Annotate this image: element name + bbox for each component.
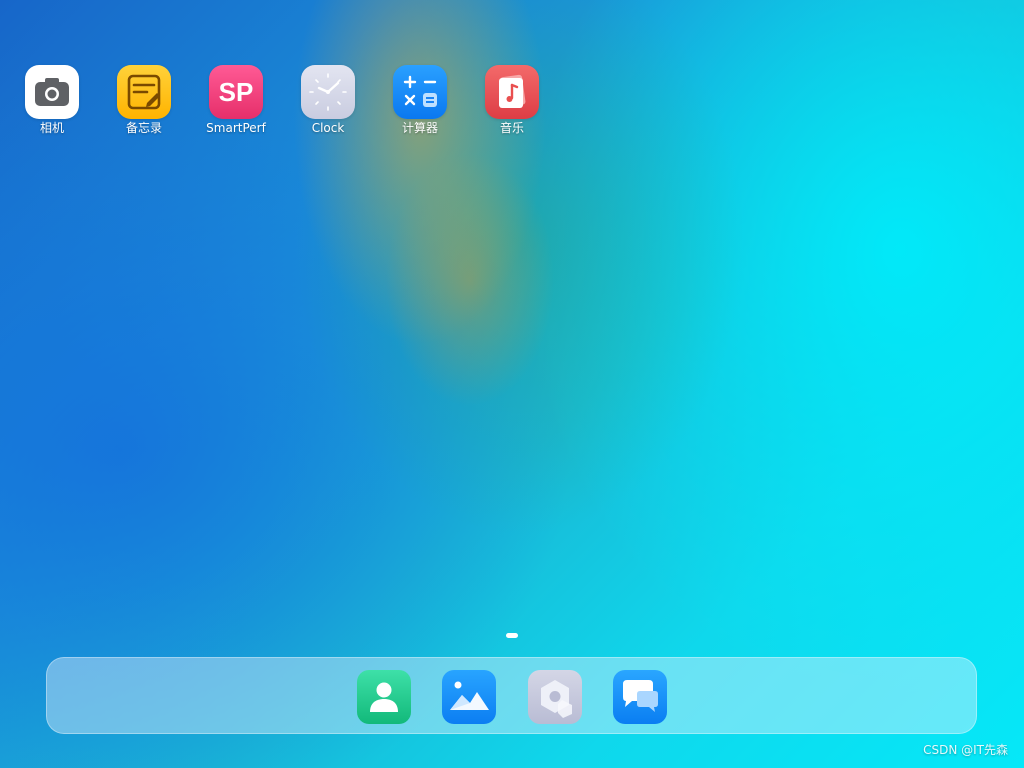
music-icon[interactable] [485,65,539,119]
app-memo[interactable]: 备忘录 [98,65,190,135]
app-label: SmartPerf [206,121,266,135]
app-label: 计算器 [401,121,438,135]
gallery-icon[interactable] [442,670,496,724]
app-smartperf[interactable]: SP SmartPerf [190,65,282,135]
memo-icon[interactable] [117,65,171,119]
app-label: 音乐 [499,121,524,135]
dock [46,657,977,734]
app-label: 相机 [39,121,64,135]
contacts-icon[interactable] [357,670,411,724]
messages-icon[interactable] [613,670,667,724]
app-label: Clock [311,121,345,135]
watermark: CSDN @IT先森 [923,743,1008,757]
smartperf-icon[interactable]: SP [209,65,263,119]
app-music[interactable]: 音乐 [466,65,558,135]
camera-icon[interactable] [25,65,79,119]
app-camera[interactable]: 相机 [6,65,98,135]
app-calculator[interactable]: 计算器 [374,65,466,135]
smartperf-logo-text: SP [218,77,254,107]
clock-icon[interactable] [301,65,355,119]
app-clock[interactable]: Clock [282,65,374,135]
page-indicator-dot[interactable] [506,633,518,638]
settings-icon[interactable] [528,670,582,724]
calculator-icon[interactable] [393,65,447,119]
app-label: 备忘录 [125,121,162,135]
